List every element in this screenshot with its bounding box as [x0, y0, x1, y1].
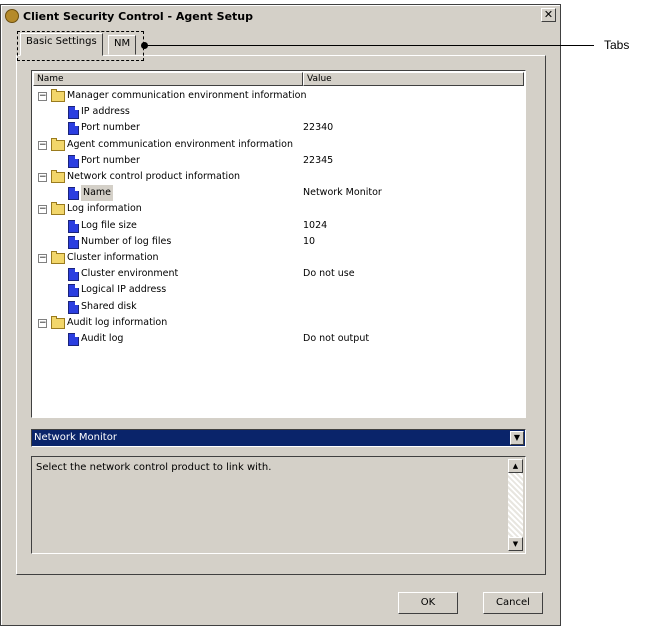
collapse-icon[interactable]: − — [38, 205, 47, 215]
tree-item-row[interactable]: Number of log files 10 — [32, 234, 525, 250]
cancel-button[interactable]: Cancel — [483, 592, 543, 614]
tree-item-row[interactable]: Audit log Do not output — [32, 331, 525, 347]
tree-item-row[interactable]: Port number 22345 — [32, 153, 525, 169]
app-icon — [5, 9, 19, 23]
collapse-icon[interactable]: − — [38, 92, 47, 101]
column-header-name[interactable]: Name — [33, 72, 303, 86]
tab-label: Basic Settings — [26, 36, 97, 47]
tree-item-value: 22340 — [303, 122, 334, 134]
column-header-value[interactable]: Value — [303, 72, 524, 86]
folder-icon — [51, 251, 65, 264]
tree-item-row[interactable]: Cluster environment Do not use — [32, 266, 525, 282]
tree-item-value: 10 — [303, 235, 316, 247]
tree-group-row[interactable]: − Network control product information — [32, 169, 525, 185]
tree-item-label: Logical IP address — [81, 284, 167, 296]
tree-item-label: Shared disk — [81, 300, 137, 312]
tree-item-value: Do not use — [303, 268, 355, 280]
document-icon — [68, 154, 79, 168]
tree-item-label: Port number — [81, 154, 140, 166]
tree-item-row[interactable]: IP address — [32, 104, 525, 120]
tree-group-label: Network control product information — [67, 171, 241, 182]
collapse-icon[interactable]: − — [38, 173, 47, 182]
tree-group-row[interactable]: − Audit log information — [32, 315, 525, 331]
tree-item-label: Log file size — [81, 219, 137, 231]
tabs-callout-dot — [141, 42, 148, 49]
folder-icon — [51, 202, 65, 216]
tree-item-label: Name — [81, 185, 114, 202]
tree-item-value: Network Monitor — [303, 187, 382, 199]
tree-header: Name Value — [33, 72, 524, 86]
scroll-up-icon[interactable]: ▲ — [508, 459, 523, 473]
document-icon — [68, 235, 79, 249]
document-icon — [68, 284, 79, 298]
tree-item-label: Audit log — [81, 333, 124, 344]
tree-group-row[interactable]: − Log information — [32, 201, 525, 217]
document-icon — [68, 300, 79, 314]
document-icon — [68, 106, 79, 120]
chevron-down-icon[interactable]: ▼ — [510, 431, 524, 445]
tree-item-value: Do not output — [303, 333, 370, 344]
dropdown-selected-value: Network Monitor — [34, 432, 117, 443]
settings-tree[interactable]: Name Value − Manager communication enviro… — [31, 70, 526, 418]
close-button[interactable]: ✕ — [541, 8, 556, 22]
document-icon — [68, 268, 79, 282]
collapse-icon[interactable]: − — [38, 254, 47, 263]
tree-group-label: Cluster information — [67, 252, 159, 263]
tree-group-label: Agent communication environment informat… — [67, 138, 293, 150]
tree-item-row[interactable]: Port number 22340 — [32, 120, 525, 136]
close-icon: ✕ — [543, 8, 554, 21]
tree-group-row[interactable]: − Cluster information — [32, 250, 525, 266]
folder-icon — [51, 315, 65, 329]
tree-group-row[interactable]: − Agent communication environment informa… — [32, 137, 525, 153]
document-icon — [68, 333, 79, 346]
document-icon — [68, 187, 79, 201]
tree-item-row[interactable]: Logical IP address — [32, 282, 525, 298]
window-title: Client Security Control - Agent Setup — [23, 9, 253, 23]
document-icon — [68, 219, 79, 233]
tree-item-label: Number of log files — [81, 235, 172, 247]
document-icon — [68, 122, 79, 136]
network-product-dropdown[interactable]: Network Monitor ▼ — [31, 429, 526, 447]
tree-item-value: 1024 — [303, 219, 328, 231]
collapse-icon[interactable]: − — [38, 318, 47, 328]
tabs-callout-line — [144, 45, 594, 46]
ok-button[interactable]: OK — [398, 592, 458, 614]
scroll-down-icon[interactable]: ▼ — [508, 537, 523, 551]
description-text: Select the network control product to li… — [36, 462, 272, 473]
tree-item-label: IP address — [81, 106, 130, 118]
tree-item-label: Port number — [81, 122, 140, 134]
tree-item-row[interactable]: Log file size 1024 — [32, 218, 525, 234]
description-scrollbar[interactable]: ▲ ▼ — [508, 459, 523, 551]
tree-group-label: Audit log information — [67, 316, 168, 328]
description-box: Select the network control product to li… — [31, 456, 526, 554]
tree-item-label: Cluster environment — [81, 268, 179, 280]
collapse-icon[interactable]: − — [38, 140, 47, 150]
tree-item-row[interactable]: Shared disk — [32, 299, 525, 315]
tabs-callout-label: Tabs — [604, 38, 630, 52]
tree-item-row[interactable]: Name Network Monitor — [32, 185, 525, 202]
folder-icon — [51, 89, 65, 102]
folder-icon — [51, 170, 65, 183]
tree-group-row[interactable]: − Manager communication environment infor… — [32, 88, 525, 104]
tree-item-value: 22345 — [303, 154, 334, 166]
tree-group-label: Log information — [67, 203, 142, 215]
folder-icon — [51, 137, 65, 151]
title-bar: Client Security Control - Agent Setup ✕ — [3, 7, 558, 25]
tab-basic-settings[interactable]: Basic Settings — [20, 33, 103, 56]
tree-group-label: Manager communication environment inform… — [67, 90, 307, 101]
